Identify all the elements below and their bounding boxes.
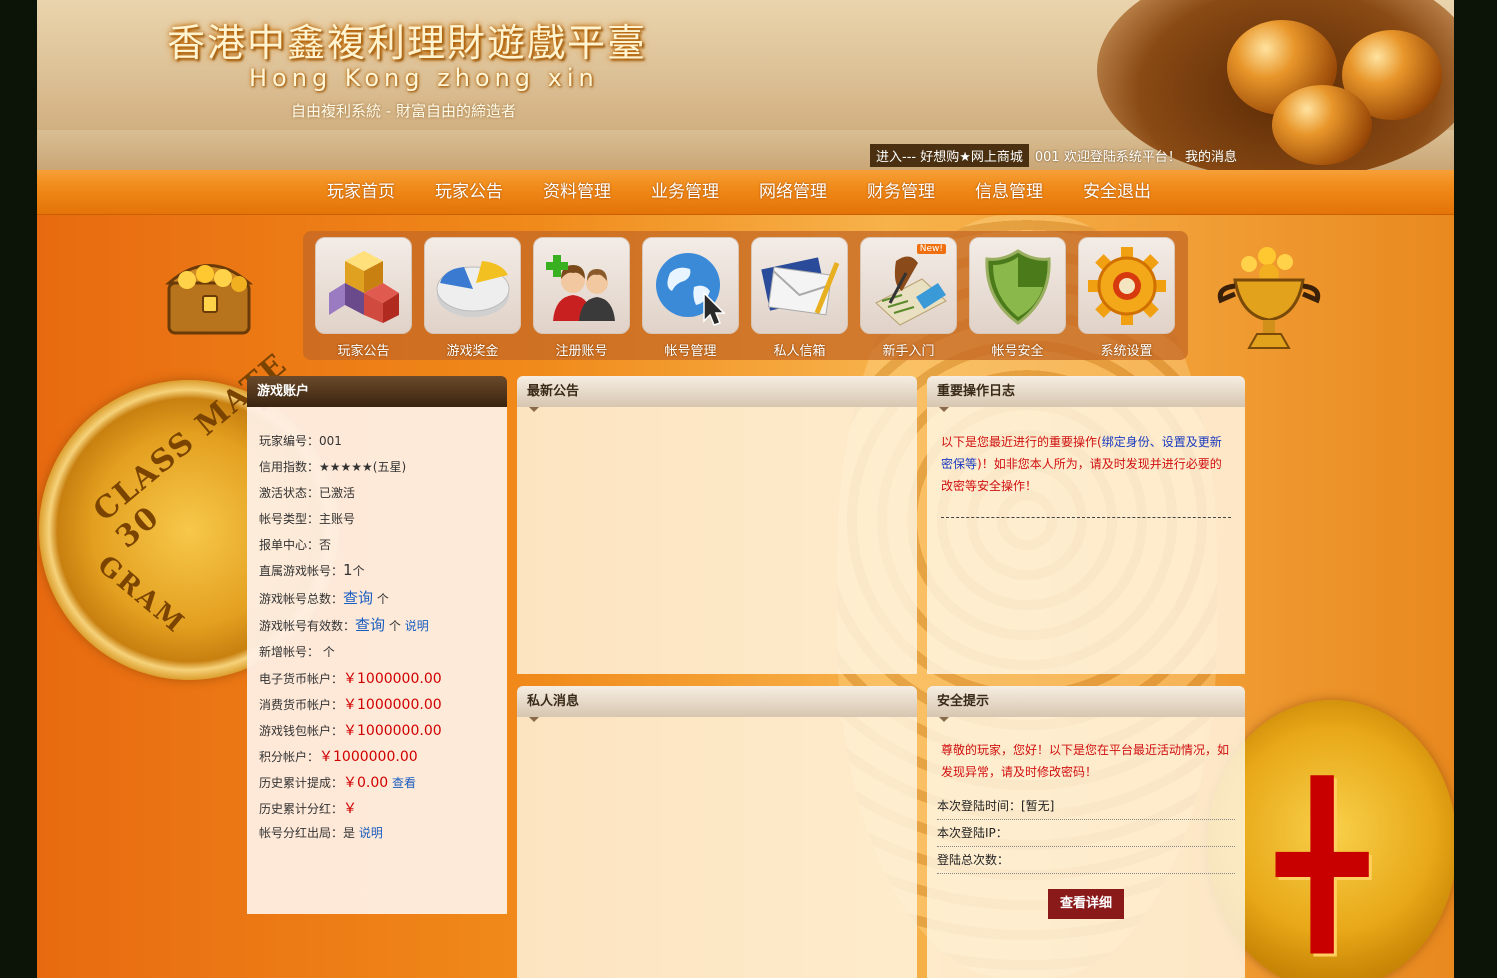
- main-nav: 玩家首页 玩家公告 资料管理 业务管理 网络管理 财务管理 信息管理 安全退出: [37, 170, 1454, 215]
- treasure-chest-icon: [165, 264, 253, 335]
- coin-cross-mark: ╋: [1277, 778, 1368, 952]
- tile-label: 帐号管理: [664, 344, 717, 359]
- latest-notice-panel: 最新公告: [517, 376, 917, 674]
- private-message-body: [517, 717, 917, 978]
- login-ip-row: 本次登陆IP：: [937, 820, 1235, 847]
- security-tip-panel: 安全提示 尊敬的玩家，您好！以下是您在平台最近活动情况，如发现异常，请及时修改密…: [927, 686, 1245, 978]
- pie-chart-icon: [436, 260, 509, 317]
- tile-box: New!: [860, 237, 957, 334]
- tile-label: 玩家公告: [337, 344, 390, 359]
- mall-entry-link[interactable]: 进入--- 好想购★网上商城: [870, 143, 1029, 167]
- nav-info[interactable]: 信息管理: [955, 170, 1063, 214]
- tile-beginner-guide[interactable]: New! 新手入门: [860, 237, 957, 359]
- top-bar: 进入--- 好想购★网上商城 001 欢迎登陆系统平台！ 我的消息: [870, 143, 1243, 167]
- row-points: 积分帐户：￥1000000.00: [259, 749, 418, 765]
- operation-log-title: 重要操作日志: [927, 376, 1245, 412]
- tile-box: [642, 237, 739, 334]
- latest-notice-title: 最新公告: [517, 376, 917, 412]
- tile-box: [533, 237, 630, 334]
- tile-box: [751, 237, 848, 334]
- query-total-link[interactable]: 查询: [343, 589, 373, 607]
- row-total-accounts: 游戏帐号总数：查询 个: [259, 589, 389, 607]
- row-commission: 历史累计提成：￥0.00 查看: [259, 775, 417, 791]
- row-direct-accounts: 直属游戏帐号：1个: [259, 561, 365, 579]
- account-panel-body: 玩家编号：001 信用指数：★★★★★(五星) 激活状态：已激活 帐号类型：主账…: [247, 407, 507, 914]
- globe-icon: [655, 252, 726, 326]
- gear-icon: [1087, 246, 1166, 325]
- add-user-icon: [545, 254, 615, 321]
- view-commission-link[interactable]: 查看: [392, 776, 416, 790]
- site-slogan: 自由複利系統 - 財富自由的締造者: [291, 102, 516, 120]
- egg-3: [1272, 85, 1372, 165]
- row-player-id: 玩家编号：001: [259, 434, 342, 448]
- account-panel: 游戏账户 玩家编号：001 信用指数：★★★★★(五星) 激活状态：已激活 帐号…: [247, 376, 507, 914]
- tile-label: 系统设置: [1100, 344, 1153, 359]
- security-tip-title: 安全提示: [927, 686, 1245, 722]
- tile-account-security[interactable]: 帐号安全: [969, 237, 1066, 359]
- query-valid-link[interactable]: 查询: [355, 616, 385, 634]
- shield-icon: [984, 248, 1051, 325]
- tile-label: 游戏奖金: [446, 344, 499, 359]
- latest-notice-body: [517, 407, 917, 674]
- tile-game-bonus[interactable]: 游戏奖金: [424, 237, 521, 359]
- row-report-center: 报单中心：否: [259, 538, 332, 552]
- gold-trophy-icon: [1217, 247, 1321, 349]
- cubes-icon: [328, 250, 399, 323]
- row-account-type: 帐号类型：主账号: [259, 512, 356, 526]
- row-dividend-exit: 帐号分红出局：是 说明: [259, 826, 383, 840]
- welcome-text[interactable]: 001 欢迎登陆系统平台！ 我的消息: [1029, 146, 1243, 165]
- explain-exit-link[interactable]: 说明: [359, 826, 383, 840]
- private-message-panel: 私人消息: [517, 686, 917, 978]
- writing-icon: [874, 255, 947, 326]
- nav-finance[interactable]: 财务管理: [847, 170, 955, 214]
- site-title: 香港中鑫複利理財遊戲平臺: [167, 21, 648, 65]
- tile-label: 新手入门: [882, 344, 935, 359]
- row-new-accounts: 新增帐号： 个: [259, 645, 335, 659]
- envelope-icon: [760, 256, 839, 315]
- log-divider: [941, 517, 1231, 518]
- row-valid-accounts: 游戏帐号有效数：查询 个 说明: [259, 616, 429, 634]
- row-dividend: 历史累计分红：￥: [259, 801, 358, 817]
- tile-label: 注册账号: [555, 344, 608, 359]
- tile-label: 私人信箱: [773, 344, 826, 359]
- security-tip-body: 尊敬的玩家，您好！以下是您在平台最近活动情况，如发现异常，请及时修改密码！ 本次…: [927, 717, 1245, 978]
- site-subtitle: Hong Kong zhong xin: [249, 64, 599, 92]
- tile-box: [315, 237, 412, 334]
- tile-register-account[interactable]: 注册账号: [533, 237, 630, 359]
- row-activation-status: 激活状态：已激活: [259, 486, 356, 500]
- account-panel-title: 游戏账户: [247, 376, 507, 412]
- nav-business[interactable]: 业务管理: [631, 170, 739, 214]
- nav-network[interactable]: 网络管理: [739, 170, 847, 214]
- view-details-button[interactable]: 查看详细: [1048, 889, 1124, 919]
- tile-system-settings[interactable]: 系统设置: [1078, 237, 1175, 359]
- private-message-title: 私人消息: [517, 686, 917, 722]
- nav-profile[interactable]: 资料管理: [523, 170, 631, 214]
- tile-account-management[interactable]: 帐号管理: [642, 237, 739, 359]
- header-banner: 香港中鑫複利理財遊戲平臺 Hong Kong zhong xin 自由複利系統 …: [37, 0, 1454, 170]
- tile-box: [969, 237, 1066, 334]
- tile-player-notice[interactable]: 玩家公告: [315, 237, 412, 359]
- nav-player-home[interactable]: 玩家首页: [307, 170, 415, 214]
- operation-log-panel: 重要操作日志 以下是您最近进行的重要操作(绑定身份、设置及更新密保等)！如非您本…: [927, 376, 1245, 674]
- tile-private-mailbox[interactable]: 私人信箱: [751, 237, 848, 359]
- tile-box: [424, 237, 521, 334]
- explain-valid-link[interactable]: 说明: [405, 619, 429, 633]
- login-time-row: 本次登陆时间：[暂无]: [937, 793, 1235, 820]
- new-badge: New!: [916, 244, 946, 254]
- operation-log-body: 以下是您最近进行的重要操作(绑定身份、设置及更新密保等)！如非您本人所为，请及时…: [927, 407, 1245, 674]
- row-consume-currency: 消费货币帐户：￥1000000.00: [259, 697, 442, 713]
- security-tip-text: 尊敬的玩家，您好！以下是您在平台最近活动情况，如发现异常，请及时修改密码！: [941, 743, 1230, 779]
- row-e-currency: 电子货币帐户：￥1000000.00: [259, 671, 442, 687]
- quick-menu: 玩家公告 游戏奖金 注册账号 帐号管理 私人信箱 New! 新手入门 帐号安全 …: [303, 231, 1188, 360]
- row-credit-index: 信用指数：★★★★★(五星): [259, 460, 407, 474]
- page: 香港中鑫複利理財遊戲平臺 Hong Kong zhong xin 自由複利系統 …: [37, 0, 1454, 978]
- tile-label: 帐号安全: [991, 344, 1044, 359]
- nav-player-notice[interactable]: 玩家公告: [415, 170, 523, 214]
- nav-logout[interactable]: 安全退出: [1063, 170, 1171, 214]
- login-count-row: 登陆总次数：: [937, 847, 1235, 874]
- coin-left-rim-text-bottom: GRAM: [91, 549, 192, 641]
- row-game-wallet: 游戏钱包帐户：￥1000000.00: [259, 723, 442, 739]
- operation-log-text: 以下是您最近进行的重要操作(绑定身份、设置及更新密保等)！如非您本人所为，请及时…: [941, 435, 1222, 493]
- tile-box: [1078, 237, 1175, 334]
